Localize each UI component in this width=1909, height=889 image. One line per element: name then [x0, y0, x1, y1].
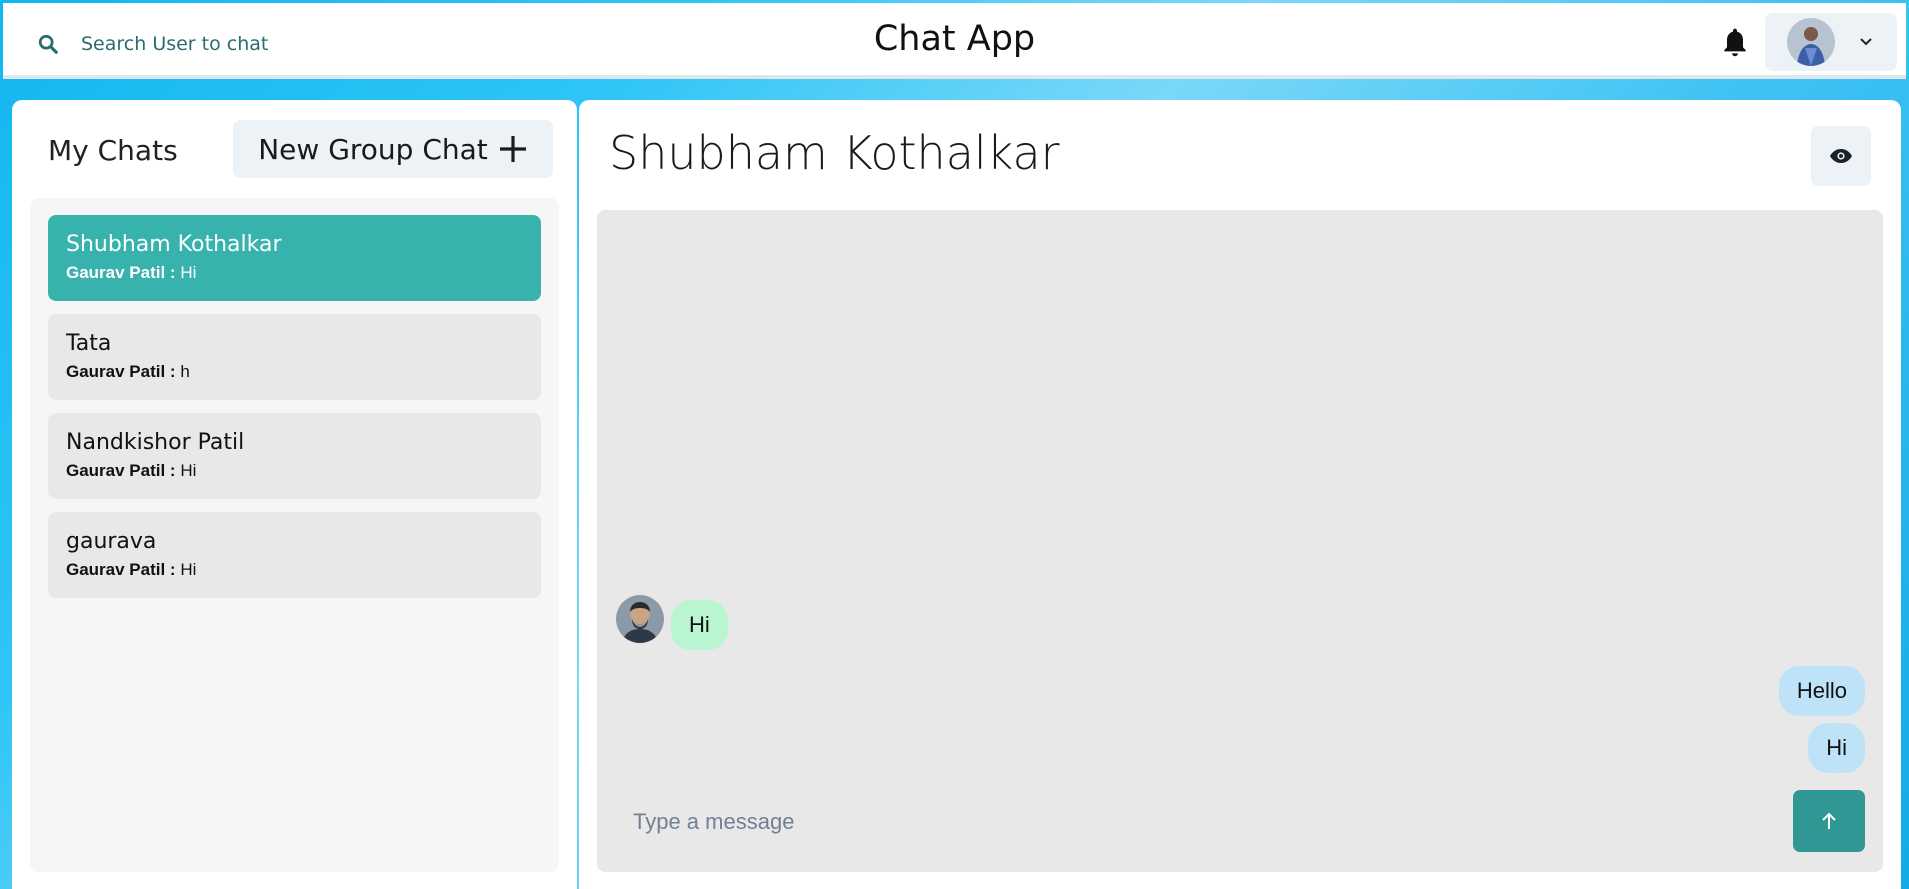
chat-item-shubham-kothalkar[interactable]: Shubham Kothalkar Gaurav Patil : Hi — [48, 215, 541, 301]
sender-avatar[interactable] — [616, 595, 664, 643]
arrow-up-icon — [1822, 812, 1836, 829]
send-button[interactable] — [1793, 790, 1865, 852]
message-input-row — [615, 790, 1881, 854]
chat-latest-text: Hi — [180, 560, 197, 579]
chat-latest-message: Gaurav Patil : Hi — [66, 461, 523, 481]
chat-latest-message: Gaurav Patil : h — [66, 362, 523, 382]
user-avatar — [1787, 18, 1835, 66]
eye-icon — [1830, 149, 1852, 163]
chat-name: Shubham Kothalkar — [66, 232, 282, 257]
chat-latest-sender: Gaurav Patil : — [66, 461, 176, 480]
chat-latest-text: Hi — [180, 263, 197, 282]
app-title: Chat App — [873, 19, 1036, 59]
chat-latest-text: Hi — [180, 461, 197, 480]
chat-title: Shubham Kothalkar — [609, 126, 1060, 180]
chat-name: Nandkishor Patil — [66, 430, 245, 455]
my-chats-header: My Chats New Group Chat — [48, 120, 553, 178]
chevron-down-icon — [1860, 38, 1872, 46]
message-area: Hi Hello Hi — [597, 210, 1883, 872]
chat-latest-message: Gaurav Patil : Hi — [66, 560, 523, 580]
message-input[interactable] — [633, 800, 1733, 844]
chat-latest-text: h — [180, 362, 190, 381]
chat-list: Shubham Kothalkar Gaurav Patil : Hi Tata… — [30, 198, 559, 872]
message-bubble-outgoing: Hi — [1808, 723, 1865, 773]
my-chats-title: My Chats — [48, 134, 178, 167]
message-bubble-incoming: Hi — [671, 600, 728, 650]
chat-item-gaurava[interactable]: gaurava Gaurav Patil : Hi — [48, 512, 541, 598]
message-bubble-outgoing: Hello — [1778, 666, 1865, 716]
chat-name: gaurava — [66, 529, 157, 554]
chat-item-nandkishor-patil[interactable]: Nandkishor Patil Gaurav Patil : Hi — [48, 413, 541, 499]
profile-menu-button[interactable] — [1765, 13, 1897, 71]
new-group-chat-button[interactable]: New Group Chat — [233, 120, 553, 178]
chat-latest-sender: Gaurav Patil : — [66, 263, 176, 282]
top-bar: Search User to chat Chat App — [3, 3, 1906, 79]
view-profile-button[interactable] — [1811, 126, 1871, 186]
chat-box: Shubham Kothalkar Hi Hello Hi — [579, 100, 1901, 889]
chat-latest-message: Gaurav Patil : Hi — [66, 263, 523, 283]
bell-icon[interactable] — [1719, 25, 1751, 59]
my-chats-panel: My Chats New Group Chat Shubham Kothalka… — [12, 100, 577, 889]
chat-latest-sender: Gaurav Patil : — [66, 362, 176, 381]
chat-item-tata[interactable]: Tata Gaurav Patil : h — [48, 314, 541, 400]
new-group-chat-label: New Group Chat — [258, 132, 488, 166]
chat-name: Tata — [66, 331, 112, 356]
chat-latest-sender: Gaurav Patil : — [66, 560, 176, 579]
plus-icon — [499, 136, 526, 162]
